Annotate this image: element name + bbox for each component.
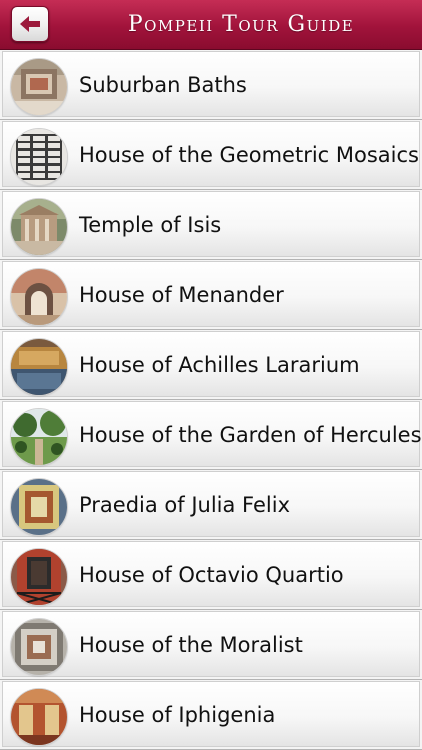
- octavio-quartio-thumbnail: [11, 549, 67, 605]
- house-of-iphigenia-thumbnail: [11, 689, 67, 745]
- list-item-label: House of the Moralist: [79, 633, 303, 657]
- geometric-mosaics-thumbnail: [11, 129, 67, 185]
- achilles-lararium-thumbnail: [11, 339, 67, 395]
- page-title: Pompeii Tour Guide: [127, 12, 355, 37]
- back-button[interactable]: [11, 6, 49, 42]
- house-of-menander-thumbnail: [11, 269, 67, 325]
- julia-felix-thumbnail: [11, 479, 67, 535]
- list-item-label: Praedia of Julia Felix: [79, 493, 291, 517]
- list-item-cell: House of the Moralist: [2, 611, 420, 677]
- list-item[interactable]: Temple of Isis: [0, 190, 422, 260]
- back-arrow-icon: [20, 16, 40, 32]
- list-item[interactable]: House of the Geometric Mosaics: [0, 120, 422, 190]
- title-bar: Pompeii Tour Guide: [0, 0, 422, 50]
- list-item-cell: House of the Geometric Mosaics: [2, 121, 420, 187]
- list-item[interactable]: House of Iphigenia: [0, 680, 422, 750]
- list-item-label: House of Iphigenia: [79, 703, 276, 727]
- suburban-baths-thumbnail: [11, 59, 67, 115]
- house-of-the-moralist-thumbnail: [11, 619, 67, 675]
- list-item-label: House of Achilles Lararium: [79, 353, 360, 377]
- list-item[interactable]: House of the Moralist: [0, 610, 422, 680]
- list-item-cell: House of Iphigenia: [2, 681, 420, 747]
- list-item-cell: House of the Garden of Hercules: [2, 401, 422, 467]
- temple-of-isis-thumbnail: [11, 199, 67, 255]
- list-item-label: Suburban Baths: [79, 73, 247, 97]
- list-item[interactable]: House of Octavio Quartio: [0, 540, 422, 610]
- list-item[interactable]: Suburban Baths: [0, 50, 422, 120]
- garden-of-hercules-thumbnail: [11, 409, 67, 465]
- list-item[interactable]: Praedia of Julia Felix: [0, 470, 422, 540]
- list-item-label: House of Menander: [79, 283, 284, 307]
- list-item-label: House of the Garden of Hercules: [79, 423, 422, 447]
- list-item-label: House of Octavio Quartio: [79, 563, 344, 587]
- list-item-cell: Suburban Baths: [2, 51, 420, 117]
- list-item-cell: House of Octavio Quartio: [2, 541, 420, 607]
- list-item-label: House of the Geometric Mosaics: [79, 143, 419, 167]
- list-item[interactable]: House of Menander: [0, 260, 422, 330]
- list-item[interactable]: House of Achilles Lararium: [0, 330, 422, 400]
- site-list: Suburban Baths House of the Geometric Mo…: [0, 50, 422, 750]
- list-item-cell: Temple of Isis: [2, 191, 420, 257]
- list-item-cell: House of Achilles Lararium: [2, 331, 420, 397]
- list-item-cell: Praedia of Julia Felix: [2, 471, 420, 537]
- list-item[interactable]: House of the Garden of Hercules: [0, 400, 422, 470]
- list-item-cell: House of Menander: [2, 261, 420, 327]
- list-item-label: Temple of Isis: [79, 213, 222, 237]
